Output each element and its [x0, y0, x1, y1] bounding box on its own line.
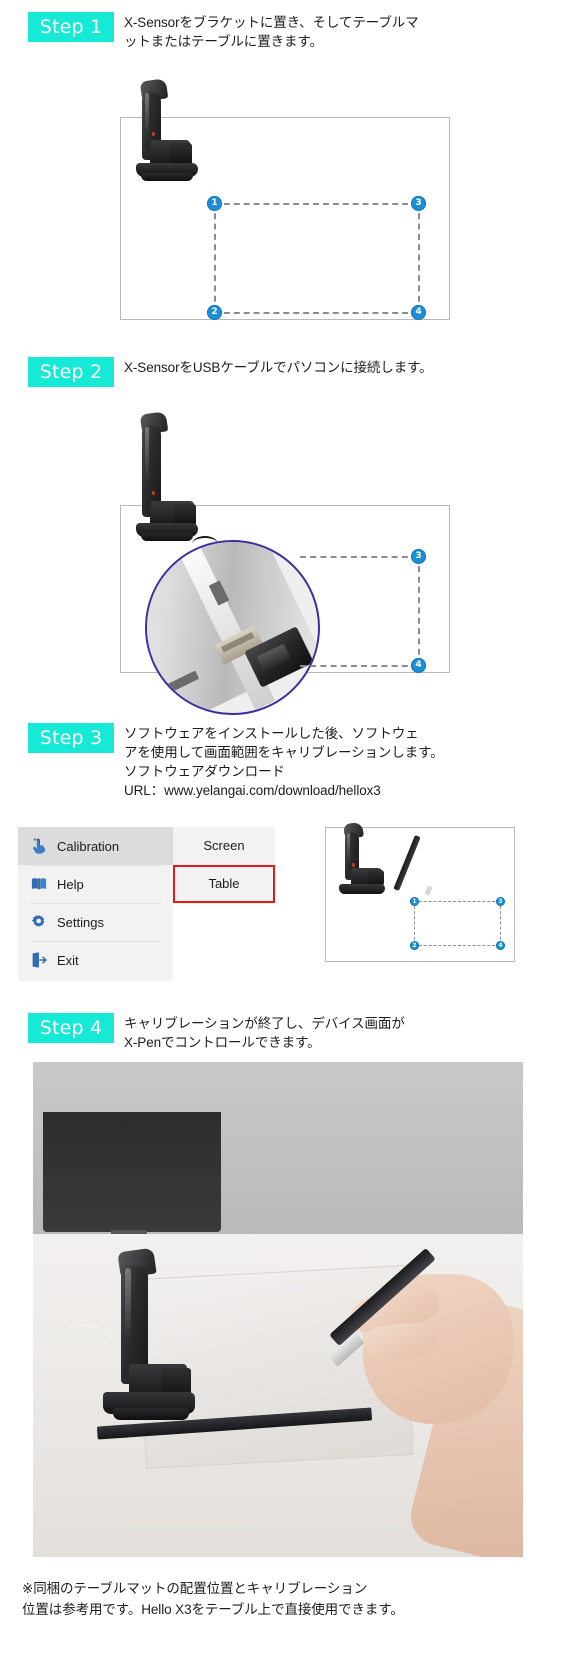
step-3-description: ソフトウェアをインストールした後、ソフトウェ アを使用して画面範囲をキャリブレー… [124, 723, 444, 800]
mode-option-table[interactable]: Table [173, 865, 275, 903]
step-3-pen [393, 834, 421, 892]
step-1-bracket-device [128, 78, 208, 190]
step-3-dash-top [414, 901, 500, 902]
step-3-text-line-1: ソフトウェアをインストールした後、ソフトウェ [124, 726, 419, 741]
step-2-description: X-SensorをUSBケーブルでパソコンに接続します。 [124, 357, 433, 377]
step-3-calibration-dot-2: 2 [410, 941, 419, 950]
step-1-badge: Step 1 [28, 12, 114, 42]
step-3-text-line-2: アを使用して画面範囲をキャリブレーションします。 [124, 745, 444, 760]
step-3-pen-tip [424, 885, 433, 896]
step-2-dash-right [418, 556, 420, 665]
touch-hand-icon [30, 837, 48, 855]
menu-divider [30, 865, 161, 866]
step-4-text-line-1: キャリブレーションが終了し、デバイス画面が [124, 1016, 405, 1031]
step-1-calibration-dot-3: 3 [411, 196, 426, 211]
step-1-calibration-dot-2: 2 [207, 305, 222, 320]
step-2-text-line-1: X-SensorをUSBケーブルでパソコンに接続します。 [124, 360, 433, 375]
mode-option-screen[interactable]: Screen [173, 827, 275, 865]
software-menu-panel: Calibration Help Settings Exit [18, 827, 173, 981]
step-3-preview-frame: 1 3 2 4 [325, 821, 515, 962]
photo-bracket-device [95, 1247, 205, 1435]
step-4-description: キャリブレーションが終了し、デバイス画面が X-Penでコントロールできます。 [124, 1013, 405, 1052]
step-1-calibration-dot-1: 1 [207, 196, 222, 211]
step-2-badge: Step 2 [28, 357, 114, 387]
menu-item-exit-label: Exit [57, 952, 79, 968]
menu-item-help[interactable]: Help [18, 865, 173, 903]
footer-note-line-1: ※同梱のテーブルマットの配置位置とキャリブレーション [22, 1581, 368, 1596]
step-2-header: Step 2 X-SensorをUSBケーブルでパソコンに接続します。 [28, 357, 558, 387]
step-4-text-line-2: X-Penでコントロールできます。 [124, 1035, 321, 1050]
step-3-download-url: URL：www.yelangai.com/download/hellox3 [124, 783, 381, 798]
menu-divider [30, 941, 161, 942]
menu-divider [30, 903, 161, 904]
step-3-dash-left [414, 901, 415, 945]
menu-item-exit[interactable]: Exit [18, 941, 173, 979]
step-3-badge: Step 3 [28, 723, 114, 753]
step-1-dash-top [214, 203, 418, 205]
step-1-description: X-Sensorをブラケットに置き、そしてテーブルマ ットまたはテーブルに置きま… [124, 12, 419, 51]
menu-item-settings[interactable]: Settings [18, 903, 173, 941]
software-mode-panel: Screen Table [173, 827, 275, 904]
gear-icon [30, 913, 48, 931]
step-1-text-line-1: X-Sensorをブラケットに置き、そしてテーブルマ [124, 15, 419, 30]
step-3-dash-right [500, 901, 501, 945]
step-3-calibration-dot-1: 1 [410, 897, 419, 906]
exit-door-icon [30, 951, 48, 969]
menu-item-help-label: Help [57, 876, 84, 892]
step-1-text-line-2: ットまたはテーブルに置きます。 [124, 34, 323, 49]
step-4-photo [33, 1062, 523, 1557]
step-3-header: Step 3 ソフトウェアをインストールした後、ソフトウェ アを使用して画面範囲… [28, 723, 568, 800]
step-3-dash-bottom [414, 945, 500, 946]
step-4-header: Step 4 キャリブレーションが終了し、デバイス画面が X-Penでコントロー… [28, 1013, 568, 1052]
step-2-calibration-dot-3: 3 [411, 549, 426, 564]
step-1-header: Step 1 X-Sensorをブラケットに置き、そしてテーブルマ ットまたはテ… [28, 12, 558, 51]
step-2-calibration-dot-4: 4 [411, 658, 426, 673]
menu-item-calibration-label: Calibration [57, 838, 120, 854]
menu-item-settings-label: Settings [57, 914, 104, 930]
step-2-magnifier [145, 540, 320, 715]
step-2-dash-bottom [300, 665, 418, 667]
book-icon [30, 875, 48, 893]
step-1-dash-bottom [214, 312, 418, 314]
step-3-calibration-dot-3: 3 [496, 897, 505, 906]
photo-monitor [43, 1112, 221, 1232]
step-1-dash-left [214, 203, 216, 312]
menu-item-calibration[interactable]: Calibration [18, 827, 173, 865]
step-2-dash-top [300, 556, 418, 558]
footer-note-line-2: 位置は参考用です。Hello X3をテーブル上で直接使用できます。 [22, 1602, 404, 1617]
step-3-bracket-device [334, 821, 394, 903]
footer-note: ※同梱のテーブルマットの配置位置とキャリブレーション 位置は参考用です。Hell… [22, 1578, 567, 1620]
step-3-download-label: ソフトウェアダウンロード [124, 764, 285, 779]
step-1-calibration-dot-4: 4 [411, 305, 426, 320]
step-3-calibration-dot-4: 4 [496, 941, 505, 950]
step-4-badge: Step 4 [28, 1013, 114, 1043]
step-1-dash-right [418, 203, 420, 312]
